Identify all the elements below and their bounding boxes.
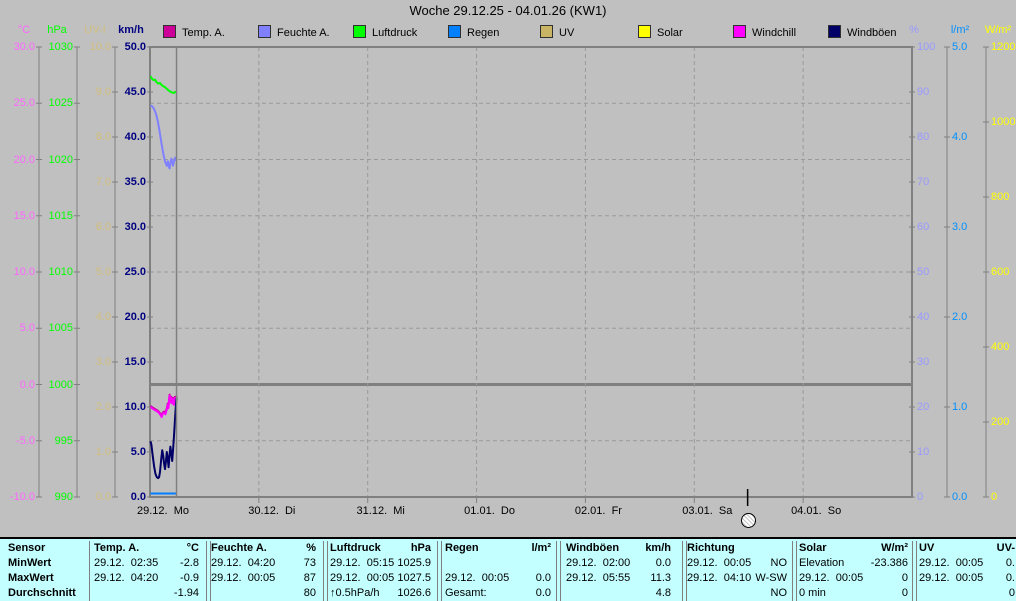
stats-cell-value: 1025.9 bbox=[397, 557, 431, 569]
stats-cell-value: 73 bbox=[303, 557, 316, 569]
stats-cell-value: -1.94 bbox=[173, 587, 199, 599]
stats-col-header: Regen bbox=[445, 542, 479, 554]
stats-cell-value: -2.8 bbox=[180, 557, 199, 569]
stats-cell-value: 0 bbox=[1008, 587, 1015, 599]
stats-row-label: Durchschnitt bbox=[8, 587, 76, 599]
stats-col-header: Temp. A. bbox=[94, 542, 140, 554]
timeline-slider-handle[interactable] bbox=[740, 513, 756, 528]
stats-cell-value: W-SW bbox=[755, 572, 787, 584]
stats-cell-value: NO bbox=[770, 557, 788, 569]
stats-col-unit: km/h bbox=[645, 542, 671, 554]
stats-row-label: Sensor bbox=[8, 542, 46, 554]
stats-cell-time: 0 min bbox=[799, 587, 826, 599]
stats-col-header: Richtung bbox=[687, 542, 735, 554]
stats-cell-value: 4.8 bbox=[655, 587, 671, 599]
weather-app-window: Woche 29.12.25 - 04.01.26 (KW1) Temp. A.… bbox=[0, 0, 1016, 601]
stats-separator-double bbox=[792, 541, 797, 601]
stats-cell-value: 0.0 bbox=[535, 572, 551, 584]
x-axis-day-label: 04.01. So bbox=[791, 505, 842, 517]
stats-col-unit: hPa bbox=[410, 542, 431, 554]
stats-cell-value: 80 bbox=[303, 587, 316, 599]
stats-cell-value: 1027.5 bbox=[397, 572, 431, 584]
stats-cell-value: 0. bbox=[1005, 572, 1015, 584]
stats-row-label: MaxWert bbox=[8, 572, 54, 584]
x-axis-day-label: 29.12. Mo bbox=[137, 505, 189, 517]
series-luftdruck bbox=[149, 75, 177, 95]
stats-cell-value: 1026.6 bbox=[397, 587, 431, 599]
stats-col-unit: % bbox=[306, 542, 316, 554]
stats-cell-value: 87 bbox=[303, 572, 316, 584]
stats-col-unit: °C bbox=[186, 542, 199, 554]
x-axis-day-label: 03.01. Sa bbox=[682, 505, 733, 517]
stats-cell-value: 0.0 bbox=[655, 557, 671, 569]
stats-cell-value: 0 bbox=[901, 587, 908, 599]
stats-cell-value: 0 bbox=[901, 572, 908, 584]
stats-col-unit: W/m² bbox=[881, 542, 908, 554]
series-windchill bbox=[149, 394, 178, 419]
stats-cell-value: 11.3 bbox=[650, 572, 671, 584]
stats-cell-value: NO bbox=[770, 587, 788, 599]
stats-row-label: MinWert bbox=[8, 557, 52, 569]
stats-col-header: Solar bbox=[799, 542, 827, 554]
stats-col-header: UV bbox=[919, 542, 935, 554]
stats-cell-value: 0. bbox=[1005, 557, 1015, 569]
stats-cell-value: -23.386 bbox=[870, 557, 908, 569]
stats-separator-double bbox=[323, 541, 328, 601]
stats-separator-double bbox=[912, 541, 917, 601]
x-axis-day-label: 01.01. Do bbox=[464, 505, 515, 517]
stats-col-unit: l/m² bbox=[531, 542, 551, 554]
stats-cell-value: -0.9 bbox=[180, 572, 199, 584]
stats-separator-double bbox=[437, 541, 442, 601]
stats-separator-double bbox=[556, 541, 561, 601]
stats-table: Sensor MinWert MaxWert Durchschnitt Temp. A.… bbox=[0, 537, 1016, 601]
x-axis-day-label: 31.12. Mi bbox=[356, 505, 405, 517]
x-axis-day-label: 02.01. Fr bbox=[574, 505, 622, 517]
x-axis-day-label: 30.12. Di bbox=[248, 505, 296, 517]
stats-separator bbox=[89, 541, 90, 601]
stats-cell-value: 0.0 bbox=[535, 587, 551, 599]
stats-col-unit: UV- bbox=[996, 542, 1015, 554]
